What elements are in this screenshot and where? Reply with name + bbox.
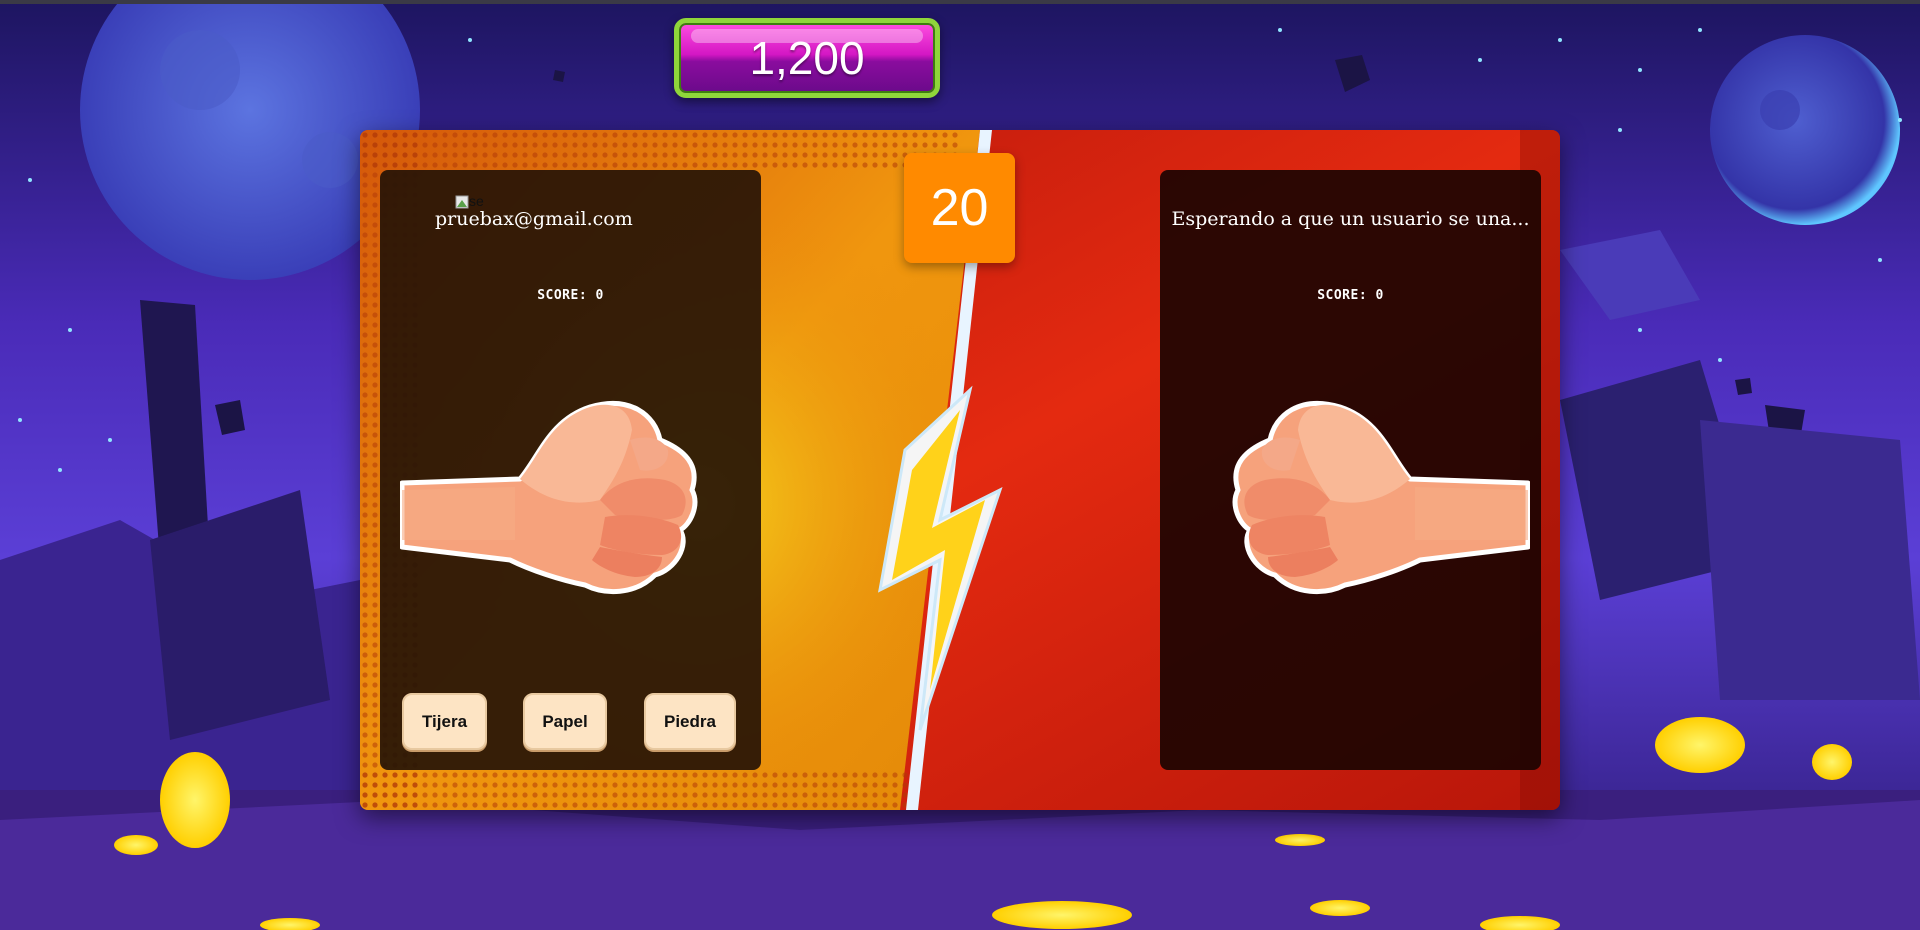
player-panel-left: se pruebax@gmail.com SCORE: 0 Tijera Pap… xyxy=(380,170,761,770)
choice-buttons: Tijera Papel Piedra xyxy=(380,693,761,753)
opponent-score: SCORE: 0 xyxy=(1317,288,1384,303)
round-timer: 20 xyxy=(904,153,1015,263)
choice-button-piedra[interactable]: Piedra xyxy=(644,693,736,750)
player-panel-right: Esperando a que un usuario se una... SCO… xyxy=(1160,170,1541,770)
avatar-alt-text: se xyxy=(469,193,484,209)
choice-button-papel[interactable]: Papel xyxy=(523,693,607,750)
window-top-border xyxy=(0,0,1920,4)
player-score: SCORE: 0 xyxy=(537,288,604,303)
coin-counter: 1,200 xyxy=(674,18,940,98)
player-name: pruebax@gmail.com xyxy=(435,208,633,230)
coin-value: 1,200 xyxy=(749,32,865,84)
choice-button-tijera[interactable]: Tijera xyxy=(402,693,487,750)
opponent-status: Esperando a que un usuario se una... xyxy=(1171,208,1530,230)
timer-value: 20 xyxy=(930,179,989,237)
game-arena: 20 se pruebax@gmail.com SCORE: 0 Tijera … xyxy=(360,130,1560,810)
broken-image-icon xyxy=(455,195,469,209)
